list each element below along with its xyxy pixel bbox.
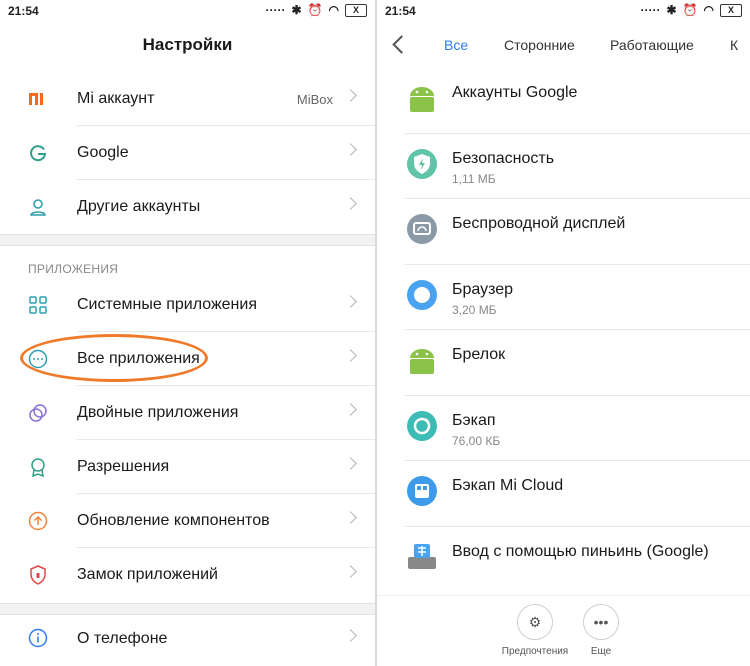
- chevron-right-icon: [344, 89, 357, 102]
- shield-lock-icon: [28, 565, 48, 585]
- list-item[interactable]: Бэкап 76,00 КБ: [377, 396, 750, 461]
- list-item[interactable]: Ввод с помощью пиньинь (Google): [377, 527, 750, 593]
- page-title: Настройки: [142, 35, 233, 54]
- mi-logo-icon: [28, 89, 48, 109]
- about-list: О телефоне: [0, 614, 375, 664]
- app-lock-item[interactable]: Замок приложений: [0, 548, 375, 602]
- other-accounts-item[interactable]: Другие аккаунты: [0, 180, 375, 234]
- grid-icon: [28, 295, 48, 315]
- more-dots-icon: •••: [583, 604, 619, 640]
- status-time: 21:54: [385, 4, 416, 18]
- tab-bar: Все Сторонние Работающие К: [377, 22, 750, 68]
- status-time: 21:54: [8, 4, 39, 18]
- backup-icon: [406, 410, 438, 442]
- chevron-right-icon: [344, 197, 357, 210]
- apps-list: Системные приложения Все приложения Двой…: [0, 278, 375, 602]
- wifi-icon: ◠: [703, 3, 714, 17]
- chevron-right-icon: [344, 403, 357, 416]
- wireless-display-icon: [406, 213, 438, 245]
- gear-icon: ⚙: [517, 604, 553, 640]
- chevron-right-icon: [344, 295, 357, 308]
- list-item[interactable]: Беспроводной дисплей: [377, 199, 750, 265]
- tab-third-party[interactable]: Сторонние: [504, 37, 575, 53]
- bluetooth-icon: ✱: [666, 3, 677, 17]
- signal-icon: ·····: [640, 3, 661, 17]
- back-arrow-icon[interactable]: [392, 35, 411, 54]
- chevron-right-icon: [344, 511, 357, 524]
- chevron-right-icon: [344, 143, 357, 156]
- chevron-right-icon: [344, 565, 357, 578]
- accounts-list: Mi аккаунт MiBox Google Другие аккаунты: [0, 72, 375, 234]
- more-button[interactable]: ••• Еще: [561, 604, 641, 657]
- alarm-icon: ⏰: [682, 3, 698, 17]
- list-item[interactable]: Аккаунты Google: [377, 68, 750, 134]
- settings-panel: 21:54 ····· ✱ ⏰ ◠ X Настройки Mi аккаунт…: [0, 0, 375, 666]
- list-item[interactable]: Браузер 3,20 МБ: [377, 265, 750, 330]
- dual-apps-item[interactable]: Двойные приложения: [0, 386, 375, 440]
- system-apps-item[interactable]: Системные приложения: [0, 278, 375, 332]
- chevron-right-icon: [344, 629, 357, 642]
- section-gap: [0, 234, 375, 246]
- wifi-icon: ◠: [328, 3, 339, 17]
- tab-cached[interactable]: К: [730, 37, 738, 53]
- battery-icon: X: [720, 3, 742, 17]
- chevron-right-icon: [344, 349, 357, 362]
- security-shield-icon: [406, 148, 438, 180]
- mi-account-item[interactable]: Mi аккаунт MiBox: [0, 72, 375, 126]
- info-icon: [28, 628, 48, 648]
- person-icon: [28, 197, 48, 217]
- apps-panel: 21:54 ····· ✱ ⏰ ◠ X Все Сторонние Работа…: [377, 0, 750, 666]
- more-dots-icon: [28, 349, 48, 369]
- google-account-item[interactable]: Google: [0, 126, 375, 180]
- upload-icon: [28, 511, 48, 531]
- tab-all[interactable]: Все: [444, 37, 468, 53]
- status-bar: 21:54 ····· ✱ ⏰ ◠ X: [377, 0, 750, 22]
- badge-icon: [28, 457, 48, 477]
- mi-cloud-icon: [406, 475, 438, 507]
- all-apps-item[interactable]: Все приложения: [0, 332, 375, 386]
- android-icon: [406, 344, 438, 376]
- chevron-right-icon: [344, 457, 357, 470]
- google-g-icon: [28, 143, 48, 163]
- about-phone-item[interactable]: О телефоне: [0, 614, 375, 664]
- browser-icon: [406, 279, 438, 311]
- permissions-item[interactable]: Разрешения: [0, 440, 375, 494]
- android-icon: [406, 82, 438, 114]
- app-list: Аккаунты Google Безопасность 1,11 МБ Бес…: [377, 68, 750, 592]
- dual-circles-icon: [28, 403, 48, 423]
- pinyin-keyboard-icon: [406, 541, 438, 573]
- update-components-item[interactable]: Обновление компонентов: [0, 494, 375, 548]
- signal-icon: ·····: [265, 3, 286, 17]
- list-item[interactable]: Бэкап Mi Cloud: [377, 461, 750, 527]
- list-item[interactable]: Брелок: [377, 330, 750, 396]
- status-bar: 21:54 ····· ✱ ⏰ ◠ X: [0, 0, 375, 22]
- bluetooth-icon: ✱: [291, 3, 302, 17]
- bottom-action-bar: ⚙ Предпочтения ••• Еще: [377, 595, 750, 666]
- tab-running[interactable]: Работающие: [610, 37, 694, 53]
- list-item[interactable]: Безопасность 1,11 МБ: [377, 134, 750, 199]
- battery-icon: X: [345, 3, 367, 17]
- alarm-icon: ⏰: [307, 3, 323, 17]
